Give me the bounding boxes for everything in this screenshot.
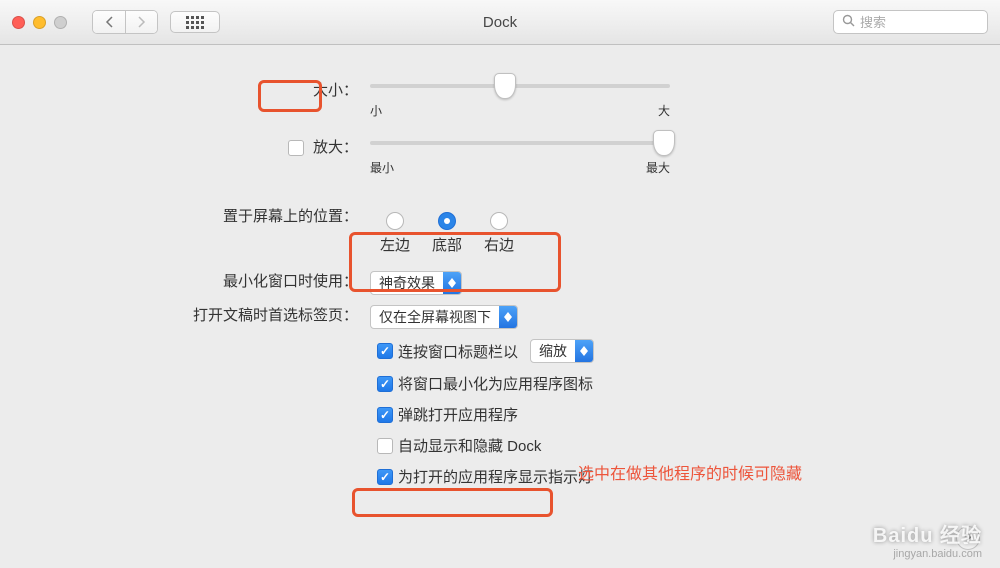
position-radio-bottom[interactable]: [438, 212, 456, 230]
minimize-effect-select[interactable]: 神奇效果: [370, 271, 462, 295]
search-field[interactable]: [833, 10, 988, 34]
position-radio-group: 左边 底部 右边: [370, 206, 960, 261]
position-label: 置于屏幕上的位置：: [223, 208, 358, 225]
auto-hide-text: 自动显示和隐藏 Dock: [398, 435, 541, 456]
annotation-text: 选中在做其他程序的时候可隐藏: [578, 460, 802, 484]
minimize-effect-value: 神奇效果: [371, 273, 443, 293]
indicators-text: 为打开的应用程序显示指示灯: [398, 466, 593, 487]
minimize-effect-label: 最小化窗口时使用：: [223, 273, 358, 290]
doubleclick-select[interactable]: 缩放: [530, 339, 594, 363]
magnification-checkbox[interactable]: [288, 140, 304, 156]
magnify-max-label: 最大: [646, 159, 670, 176]
watermark-main: Baidu 经验: [873, 519, 982, 548]
position-radio-left-label: 左边: [380, 234, 410, 255]
size-min-label: 小: [370, 102, 382, 119]
magnification-slider[interactable]: 最小 最大: [370, 137, 670, 176]
prefer-tabs-value: 仅在全屏幕视图下: [371, 307, 499, 327]
animate-open-text: 弹跳打开应用程序: [398, 404, 518, 425]
doubleclick-text: 连按窗口标题栏以: [398, 341, 518, 362]
prefer-tabs-label: 打开文稿时首选标签页：: [193, 307, 358, 324]
animate-open-checkbox[interactable]: [377, 407, 393, 423]
size-max-label: 大: [658, 102, 670, 119]
position-radio-bottom-label: 底部: [432, 234, 462, 255]
watermark-sub: jingyan.baidu.com: [873, 548, 982, 560]
close-window-button[interactable]: [12, 16, 25, 29]
position-radio-right-label: 右边: [484, 234, 514, 255]
search-input[interactable]: [860, 15, 979, 30]
select-arrows-icon: [575, 340, 593, 362]
select-arrows-icon: [443, 272, 461, 294]
prefer-tabs-select[interactable]: 仅在全屏幕视图下: [370, 305, 518, 329]
traffic-lights: [12, 16, 67, 29]
fullscreen-window-button[interactable]: [54, 16, 67, 29]
magnification-label: 放大：: [313, 139, 358, 156]
back-button[interactable]: [93, 11, 125, 33]
show-all-button[interactable]: [170, 11, 220, 33]
search-icon: [842, 14, 855, 30]
select-arrows-icon: [499, 306, 517, 328]
minimize-window-button[interactable]: [33, 16, 46, 29]
auto-hide-checkbox[interactable]: [377, 438, 393, 454]
doubleclick-checkbox[interactable]: [377, 343, 393, 359]
minimize-into-checkbox[interactable]: [377, 376, 393, 392]
doubleclick-select-value: 缩放: [531, 341, 575, 361]
size-slider-thumb[interactable]: [494, 73, 516, 99]
position-radio-right[interactable]: [490, 212, 508, 230]
titlebar: Dock: [0, 0, 1000, 45]
magnification-slider-thumb[interactable]: [653, 130, 675, 156]
minimize-into-text: 将窗口最小化为应用程序图标: [398, 373, 593, 394]
watermark: Baidu 经验 jingyan.baidu.com: [873, 519, 982, 560]
size-slider[interactable]: 小 大: [370, 80, 670, 119]
nav-back-forward: [92, 10, 158, 34]
position-radio-left[interactable]: [386, 212, 404, 230]
forward-button[interactable]: [125, 11, 157, 33]
indicators-checkbox[interactable]: [377, 469, 393, 485]
size-label: 大小：: [313, 82, 358, 99]
magnify-min-label: 最小: [370, 159, 394, 176]
